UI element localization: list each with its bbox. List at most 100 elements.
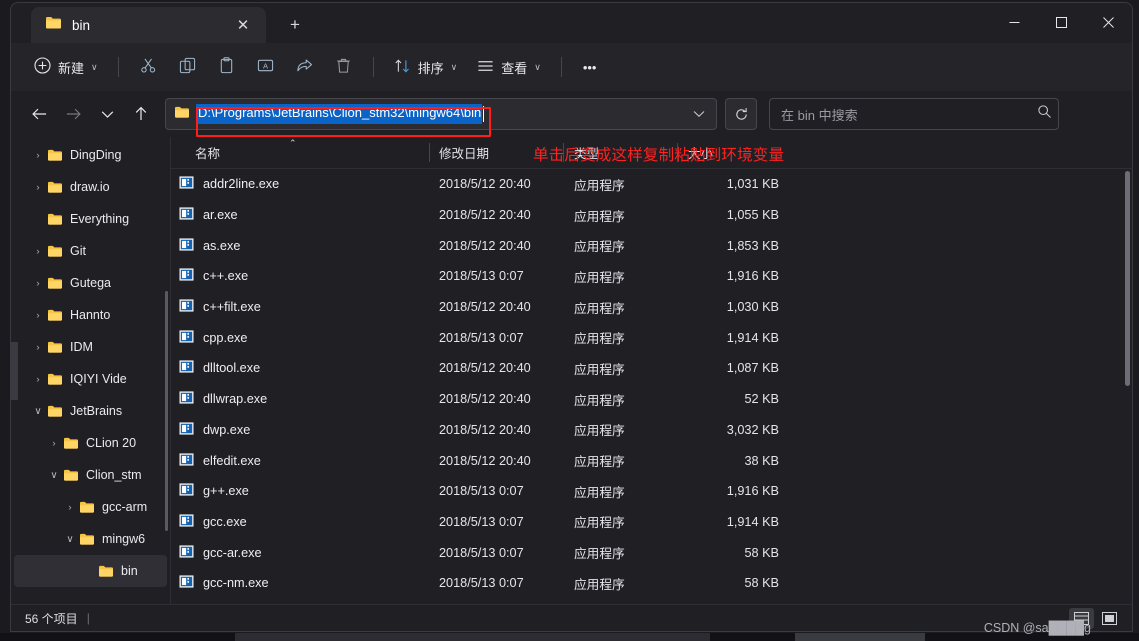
sort-button-label: 排序 <box>418 58 444 77</box>
more-options-button[interactable]: ••• <box>573 50 607 84</box>
view-button-label: 查看 <box>501 58 527 77</box>
delete-button[interactable] <box>325 50 362 84</box>
file-row[interactable]: as.exe2018/5/12 20:40应用程序1,853 KB <box>171 230 1132 261</box>
sidebar-item-clion-stm[interactable]: ∨Clion_stm <box>11 459 170 491</box>
rename-icon: A <box>257 57 274 77</box>
file-row[interactable]: dwp.exe2018/5/12 20:40应用程序3,032 KB <box>171 415 1132 446</box>
chevron-down-icon[interactable]: ∨ <box>45 470 63 481</box>
file-row[interactable]: dlltool.exe2018/5/12 20:40应用程序1,087 KB <box>171 353 1132 384</box>
sidebar-item-gutega[interactable]: ›Gutega <box>11 267 170 299</box>
chevron-right-icon[interactable]: › <box>45 438 63 448</box>
sidebar-item-label: draw.io <box>70 180 110 194</box>
file-list-scrollbar[interactable] <box>1125 171 1130 386</box>
file-row[interactable]: c++.exe2018/5/13 0:07应用程序1,916 KB <box>171 261 1132 292</box>
executable-icon <box>179 452 194 470</box>
file-row[interactable]: g++.exe2018/5/13 0:07应用程序1,916 KB <box>171 476 1132 507</box>
file-row[interactable]: gcc-ar.exe2018/5/13 0:07应用程序58 KB <box>171 537 1132 568</box>
new-tab-icon[interactable]: + <box>278 8 312 42</box>
sidebar-item-label: bin <box>121 564 138 578</box>
folder-icon <box>98 564 114 578</box>
sidebar-item-git[interactable]: ›Git <box>11 235 170 267</box>
address-path-text: D:\Programs\JetBrains\Clion_stm32\mingw6… <box>196 104 482 123</box>
chevron-right-icon[interactable]: › <box>29 246 47 256</box>
sidebar-item-label: IQIYI Vide <box>70 372 127 386</box>
file-name-label: c++filt.exe <box>203 300 261 314</box>
sidebar-item-bin[interactable]: bin <box>14 555 167 587</box>
folder-icon <box>47 276 63 290</box>
sidebar-item-draw-io[interactable]: › draw.io <box>11 171 170 203</box>
file-size-cell: 3,032 KB <box>677 423 791 437</box>
file-date-cell: 2018/5/13 0:07 <box>429 331 563 345</box>
view-button[interactable]: 查看 ∨ <box>468 50 550 84</box>
toolbar-divider-3 <box>561 57 562 77</box>
taskbar-chunk-2 <box>795 633 925 641</box>
close-window-button[interactable] <box>1085 3 1132 41</box>
chevron-right-icon[interactable]: › <box>29 342 47 352</box>
chevron-right-icon[interactable]: › <box>61 502 79 512</box>
search-icon[interactable] <box>1037 104 1052 124</box>
file-row[interactable]: addr2line.exe2018/5/12 20:40应用程序1,031 KB <box>171 169 1132 200</box>
folder-icon <box>47 212 63 226</box>
explorer-tab-bin[interactable]: bin ✕ <box>31 7 266 43</box>
sidebar-item-clion-20[interactable]: ›CLion 20 <box>11 427 170 459</box>
share-button[interactable] <box>286 50 323 84</box>
plus-circle-icon <box>34 57 51 77</box>
file-name-label: as.exe <box>203 239 240 253</box>
chevron-down-icon-sort: ∨ <box>451 62 458 73</box>
sidebar-item-hannto[interactable]: ›Hannto <box>11 299 170 331</box>
sidebar-item-gcc-arm[interactable]: ›gcc-arm <box>11 491 170 523</box>
title-bar: bin ✕ + <box>11 3 1132 43</box>
rename-button[interactable]: A <box>247 50 284 84</box>
file-row[interactable]: gcc-nm.exe2018/5/13 0:07应用程序58 KB <box>171 568 1132 599</box>
maximize-button[interactable] <box>1038 3 1085 41</box>
paste-button[interactable] <box>208 50 245 84</box>
chevron-down-icon[interactable]: ∨ <box>61 534 79 545</box>
close-tab-icon[interactable]: ✕ <box>230 12 256 38</box>
chevron-right-icon[interactable]: › <box>29 278 47 288</box>
search-input[interactable]: 在 bin 中搜索 <box>781 105 1037 124</box>
file-row[interactable]: ar.exe2018/5/12 20:40应用程序1,055 KB <box>171 200 1132 231</box>
sidebar-item-dingding[interactable]: ›DingDing <box>11 139 170 171</box>
cut-button[interactable] <box>130 50 167 84</box>
large-icons-view-button[interactable] <box>1097 608 1122 629</box>
chevron-right-icon[interactable]: › <box>29 310 47 320</box>
refresh-button[interactable] <box>725 98 757 130</box>
sidebar-item-everything[interactable]: Everything <box>11 203 170 235</box>
new-button[interactable]: 新建 ∨ <box>25 50 107 84</box>
sidebar-scrollbar[interactable] <box>165 291 168 531</box>
file-type-cell: 应用程序 <box>563 543 677 562</box>
column-header-name[interactable]: ⌃ 名称 <box>171 137 429 169</box>
file-name-label: gcc-ar.exe <box>203 546 262 560</box>
chevron-right-icon[interactable]: › <box>29 182 47 192</box>
file-row[interactable]: dllwrap.exe2018/5/12 20:40应用程序52 KB <box>171 384 1132 415</box>
chevron-right-icon[interactable]: › <box>29 374 47 384</box>
file-row[interactable]: gcc.exe2018/5/13 0:07应用程序1,914 KB <box>171 507 1132 538</box>
file-date-cell: 2018/5/12 20:40 <box>429 239 563 253</box>
forward-button[interactable] <box>57 98 89 130</box>
file-row[interactable]: c++filt.exe2018/5/12 20:40应用程序1,030 KB <box>171 292 1132 323</box>
file-row[interactable]: cpp.exe2018/5/13 0:07应用程序1,914 KB <box>171 322 1132 353</box>
file-row[interactable]: elfedit.exe2018/5/12 20:40应用程序38 KB <box>171 445 1132 476</box>
chevron-right-icon[interactable]: › <box>29 150 47 160</box>
sort-button[interactable]: 排序 ∨ <box>385 50 467 84</box>
copy-button[interactable] <box>169 50 206 84</box>
sidebar-item-iqiyi-vide[interactable]: › IQIYI Vide <box>11 363 170 395</box>
file-size-cell: 58 KB <box>677 546 791 560</box>
minimize-button[interactable] <box>991 3 1038 41</box>
back-button[interactable] <box>23 98 55 130</box>
sidebar-item-jetbrains[interactable]: ∨JetBrains <box>11 395 170 427</box>
column-header-name-label: 名称 <box>195 143 220 162</box>
sidebar-item-idm[interactable]: ›IDM <box>11 331 170 363</box>
address-dropdown-icon[interactable] <box>684 99 714 129</box>
recent-locations-button[interactable] <box>91 98 123 130</box>
executable-icon <box>179 513 194 531</box>
file-name-label: addr2line.exe <box>203 177 279 191</box>
sidebar-item-mingw6[interactable]: ∨mingw6 <box>11 523 170 555</box>
status-bar: 56 个项目 | <box>11 604 1132 631</box>
address-input[interactable]: D:\Programs\JetBrains\Clion_stm32\mingw6… <box>190 100 684 128</box>
file-size-cell: 1,916 KB <box>677 269 791 283</box>
address-bar[interactable]: D:\Programs\JetBrains\Clion_stm32\mingw6… <box>165 98 717 130</box>
chevron-down-icon[interactable]: ∨ <box>29 406 47 417</box>
up-button[interactable] <box>125 98 157 130</box>
search-box[interactable]: 在 bin 中搜索 <box>769 98 1059 130</box>
